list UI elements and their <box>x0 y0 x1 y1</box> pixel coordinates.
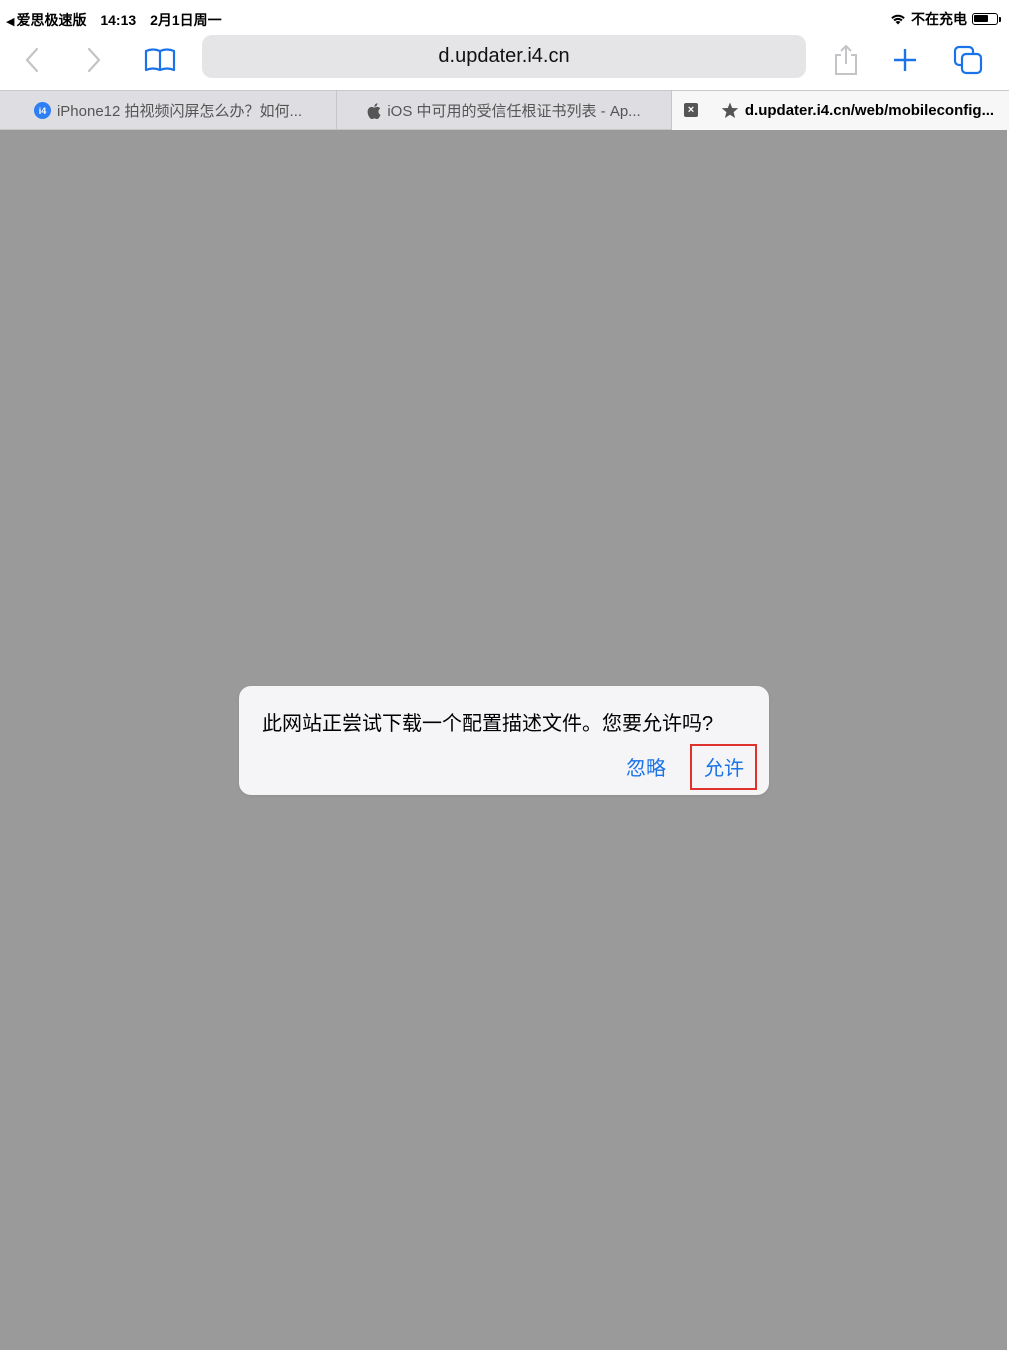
tab-title: iPhone12 拍视频闪屏怎么办？如何... <box>56 103 303 120</box>
apple-icon <box>367 102 381 119</box>
status-left: ◀ 爱思极速版 14:13 2月1日周一 <box>6 10 232 30</box>
back-to-app-icon[interactable]: ◀ <box>6 16 14 28</box>
allow-highlight-box <box>690 744 757 790</box>
ignore-button[interactable]: 忽略 <box>626 752 666 781</box>
battery-tip <box>999 16 1001 22</box>
wifi-icon <box>891 14 905 25</box>
back-app-label[interactable]: 爱思极速版 <box>16 12 86 28</box>
tab-iphone12[interactable]: i4 iPhone12 拍视频闪屏怎么办？如何... <box>0 91 336 130</box>
charging-status: 不在充电 <box>911 11 967 27</box>
status-bar: ◀ 爱思极速版 14:13 2月1日周一 不在充电 <box>0 0 1009 36</box>
share-icon <box>835 44 857 75</box>
star-icon <box>721 102 739 119</box>
forward-icon <box>87 47 101 73</box>
tabs-icon <box>953 45 983 75</box>
back-icon <box>25 47 39 73</box>
tab-title: d.updater.i4.cn/web/mobileconfig... <box>744 102 995 119</box>
tab-close-icon[interactable]: × <box>684 103 698 117</box>
dialog-message: 此网站正尝试下载一个配置描述文件。您要允许吗? <box>262 713 714 735</box>
battery-icon <box>972 13 998 25</box>
tab-ios-root-certs[interactable]: iOS 中可用的受信任根证书列表 - Ap... <box>337 91 671 130</box>
status-date: 2月1日周一 <box>150 12 222 28</box>
browser-toolbar: d.updater.i4.cn <box>0 34 1009 90</box>
address-text: d.updater.i4.cn <box>438 45 570 67</box>
tab-title: iOS 中可用的受信任根证书列表 - Ap... <box>387 103 641 120</box>
new-tab-icon <box>894 49 916 71</box>
status-time: 14:13 <box>100 12 137 28</box>
bookmarks-icon <box>144 48 176 72</box>
status-right: 不在充电 <box>890 9 1001 29</box>
address-bar[interactable]: d.updater.i4.cn <box>202 35 806 78</box>
battery-level <box>974 15 988 22</box>
forward-button[interactable] <box>76 42 112 78</box>
new-tab-button[interactable] <box>887 42 923 78</box>
i4-favicon-icon: i4 <box>33 102 51 119</box>
share-button[interactable] <box>828 42 864 78</box>
bookmarks-button[interactable] <box>142 42 178 78</box>
tab-bar: i4 iPhone12 拍视频闪屏怎么办？如何... iOS 中可用的受信任根证… <box>0 90 1009 130</box>
tab-mobileconfig[interactable]: d.updater.i4.cn/web/mobileconfig... <box>672 91 1009 130</box>
back-button[interactable] <box>14 42 50 78</box>
tabs-overview-button[interactable] <box>950 42 986 78</box>
